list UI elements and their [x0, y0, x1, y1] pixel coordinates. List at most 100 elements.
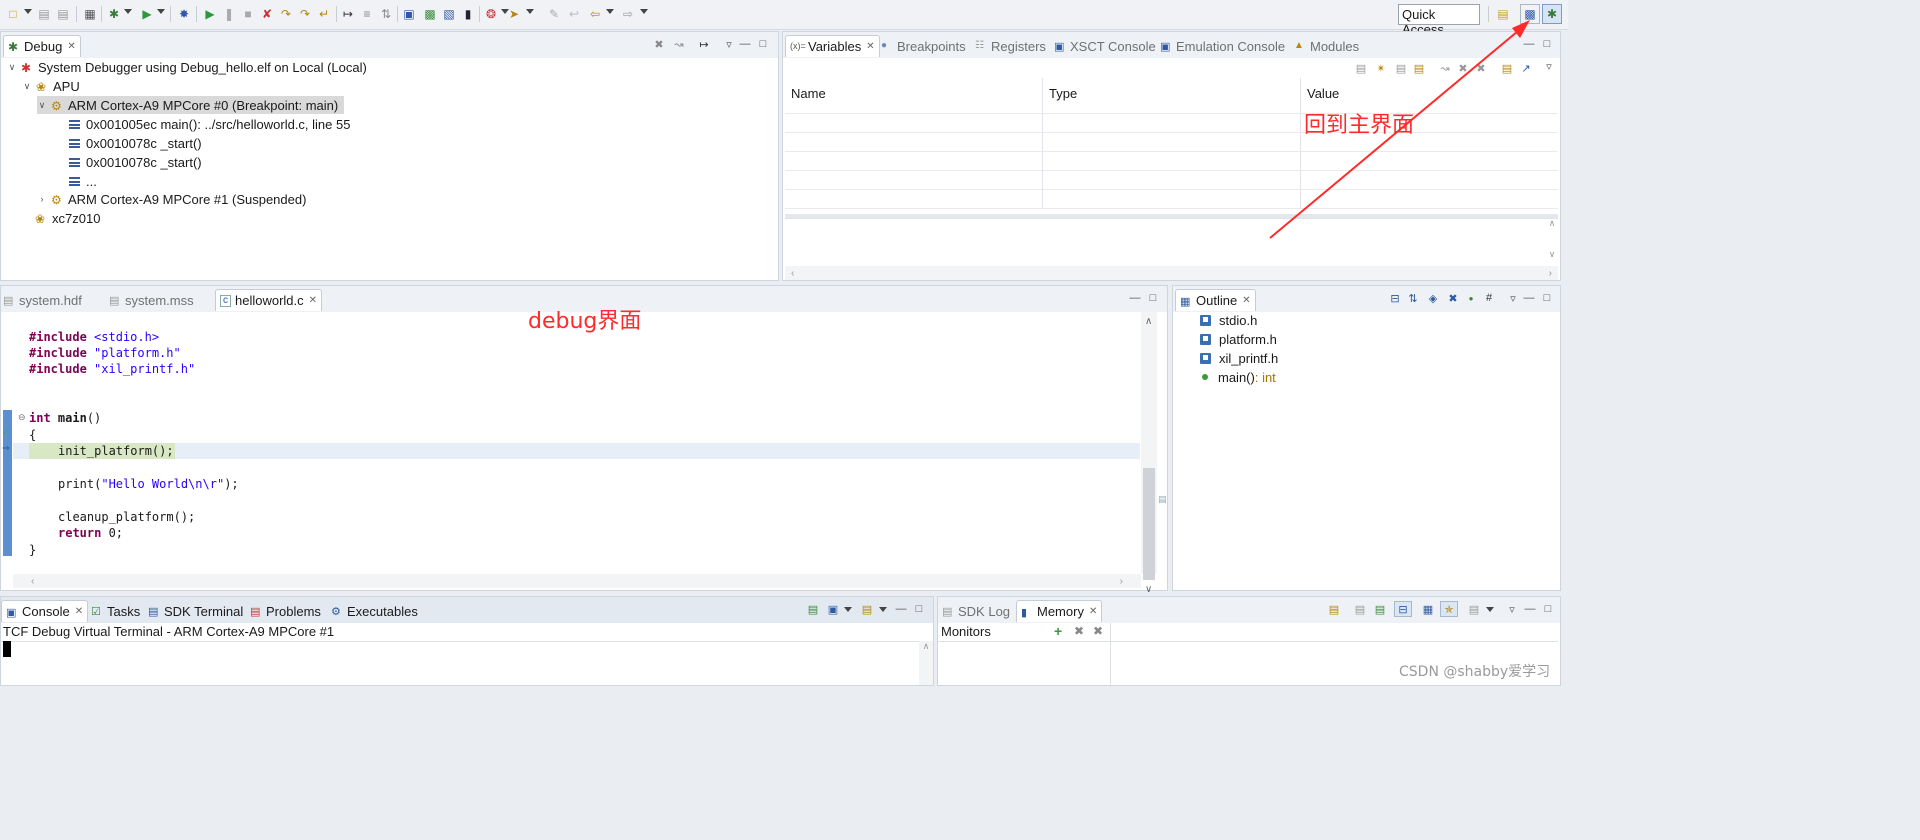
tree-item-frame[interactable]: 0x0010078c _start(): [69, 134, 202, 152]
new-tab-dropdown-icon[interactable]: [1486, 607, 1494, 612]
step-filter-icon[interactable]: ↦: [698, 38, 710, 51]
new-icon[interactable]: □: [5, 6, 21, 22]
split-divider[interactable]: [1110, 623, 1111, 687]
sort-icon[interactable]: ⇅: [1407, 292, 1419, 305]
tab-variables[interactable]: (x)= Variables ✕: [785, 35, 880, 57]
scroll-up-icon[interactable]: ∧: [1145, 316, 1152, 327]
tab-system-mss[interactable]: ▤ system.mss: [109, 289, 194, 311]
tree-item-core0[interactable]: ∨ ⚙ ARM Cortex-A9 MPCore #0 (Breakpoint:…: [37, 96, 345, 114]
outline-item[interactable]: xil_printf.h: [1200, 349, 1278, 367]
back-icon[interactable]: ⇦: [587, 6, 603, 22]
tab-tasks[interactable]: ☑ Tasks: [91, 600, 140, 622]
chevron-down-icon[interactable]: ∨: [7, 62, 17, 73]
view-menu-icon[interactable]: ▿: [723, 38, 735, 51]
step-into-icon[interactable]: ↷: [278, 6, 294, 22]
add-monitor-icon[interactable]: +: [1054, 623, 1062, 639]
maximize-icon[interactable]: □: [757, 38, 769, 50]
vertical-scrollbar[interactable]: ∧: [919, 641, 933, 685]
remove-terminated-icon[interactable]: ✖: [653, 38, 665, 51]
drop-frame-icon[interactable]: ≡: [359, 6, 375, 22]
console-icon[interactable]: ▣: [401, 6, 417, 22]
code-line[interactable]: print("Hello World\n\r");: [58, 476, 239, 492]
code-line[interactable]: init_platform();: [58, 443, 174, 459]
tab-executables[interactable]: ⚙ Executables: [331, 600, 418, 622]
tab-memory[interactable]: ▮ Memory ✕: [1016, 600, 1103, 622]
tab-breakpoints[interactable]: ● Breakpoints: [881, 35, 966, 57]
close-icon[interactable]: ✕: [866, 41, 874, 52]
minimize-icon[interactable]: —: [1524, 603, 1536, 615]
maximize-icon[interactable]: □: [1541, 292, 1553, 304]
copy-icon[interactable]: ▤: [1374, 603, 1386, 616]
external-tools-dropdown-icon[interactable]: [526, 9, 534, 14]
scroll-left-icon[interactable]: ‹: [791, 268, 794, 279]
remove-monitor-icon[interactable]: ✖: [1074, 624, 1084, 638]
program-fpga-icon[interactable]: ▩: [422, 6, 438, 22]
hide-static-icon[interactable]: ✖: [1447, 292, 1459, 305]
fold-icon[interactable]: ⊖: [18, 412, 26, 423]
back-dropdown-icon[interactable]: [606, 9, 614, 14]
terminate-icon[interactable]: ■: [240, 6, 256, 22]
outline-item[interactable]: platform.h: [1200, 330, 1277, 348]
reverse-icon[interactable]: ⇅: [378, 6, 394, 22]
chevron-down-icon[interactable]: ∨: [22, 81, 32, 92]
disconnect-icon[interactable]: ✘: [259, 6, 275, 22]
display-console-dropdown-icon[interactable]: [844, 607, 852, 612]
view-menu-icon[interactable]: ▿: [1506, 603, 1518, 616]
scroll-right-icon[interactable]: ›: [1549, 268, 1552, 279]
outline-item[interactable]: stdio.h: [1200, 311, 1257, 329]
debug-icon[interactable]: ✱: [106, 6, 122, 22]
xsct-icon[interactable]: ▧: [441, 6, 457, 22]
scroll-right-icon[interactable]: ›: [1120, 576, 1123, 587]
code-line[interactable]: #include <stdio.h>: [29, 329, 159, 345]
tab-sdk-log[interactable]: ▤ SDK Log: [942, 600, 1010, 622]
code-line[interactable]: {: [29, 427, 36, 443]
chevron-right-icon[interactable]: ›: [37, 194, 47, 204]
tab-debug[interactable]: ✱ Debug ✕: [3, 35, 81, 57]
tab-console[interactable]: ▣ Console ✕: [1, 600, 89, 622]
external-tools-icon[interactable]: ➤: [506, 6, 522, 22]
tab-helloworld-c[interactable]: c helloworld.c ✕: [215, 289, 323, 311]
last-edit-icon[interactable]: ↩: [566, 6, 582, 22]
chevron-down-icon[interactable]: ∨: [37, 100, 47, 111]
forward-icon[interactable]: ⇨: [620, 6, 636, 22]
remove-all-monitors-icon[interactable]: ✖: [1093, 624, 1103, 638]
maximize-icon[interactable]: □: [1542, 603, 1554, 615]
code-line[interactable]: #include "xil_printf.h": [29, 361, 195, 377]
new-tab-icon[interactable]: ▤: [1468, 603, 1480, 616]
suspend-icon[interactable]: ❚: [221, 6, 237, 22]
tab-xsct-console[interactable]: ▣ XSCT Console: [1054, 35, 1156, 57]
reset-icon[interactable]: ▤: [1354, 603, 1366, 616]
step-over-icon[interactable]: ↷: [297, 6, 313, 22]
horizontal-scrollbar[interactable]: ‹ ›: [785, 266, 1558, 280]
column-header-name[interactable]: Name: [785, 78, 1043, 114]
close-icon[interactable]: ✕: [75, 606, 83, 617]
connect-icon[interactable]: ↝: [673, 38, 685, 51]
minimize-icon[interactable]: —: [895, 603, 907, 615]
terminal-cursor[interactable]: [3, 641, 11, 657]
close-icon[interactable]: ✕: [67, 41, 75, 52]
tab-registers[interactable]: ☷ Registers: [975, 35, 1046, 57]
save-all-icon[interactable]: ▤: [55, 6, 71, 22]
new-dropdown-icon[interactable]: [24, 9, 32, 14]
terminal-icon[interactable]: ▮: [460, 6, 476, 22]
maximize-icon[interactable]: □: [913, 603, 925, 615]
display-console-icon[interactable]: ▣: [827, 603, 839, 616]
toggle-split-pane-icon[interactable]: ⊟: [1394, 601, 1412, 617]
hide-non-public-icon[interactable]: ●: [1465, 292, 1477, 304]
debug-config-icon[interactable]: ❂: [483, 6, 499, 22]
code-line[interactable]: #include "platform.h": [29, 345, 181, 361]
tree-item-core1[interactable]: › ⚙ ARM Cortex-A9 MPCore #1 (Suspended): [37, 190, 307, 208]
close-icon[interactable]: ✕: [1089, 606, 1097, 617]
forward-dropdown-icon[interactable]: [640, 9, 648, 14]
minimize-icon[interactable]: —: [739, 38, 751, 50]
tab-system-hdf[interactable]: ▤ system.hdf: [3, 289, 82, 311]
tree-item-frame[interactable]: 0x001005ec main(): ../src/helloworld.c, …: [69, 115, 350, 133]
breakpoint-check-icon[interactable]: ✓: [2, 427, 10, 438]
scrollbar-thumb[interactable]: [1143, 468, 1155, 580]
tree-item-frame[interactable]: ...: [69, 172, 97, 190]
minimize-icon[interactable]: —: [1129, 292, 1141, 304]
resume-icon[interactable]: ▶: [202, 6, 218, 22]
toggle-memory-monitors-icon[interactable]: ▦: [1422, 603, 1434, 616]
tree-item-launch[interactable]: ∨ ✱ System Debugger using Debug_hello.el…: [7, 58, 367, 76]
close-icon[interactable]: ✕: [309, 295, 317, 306]
